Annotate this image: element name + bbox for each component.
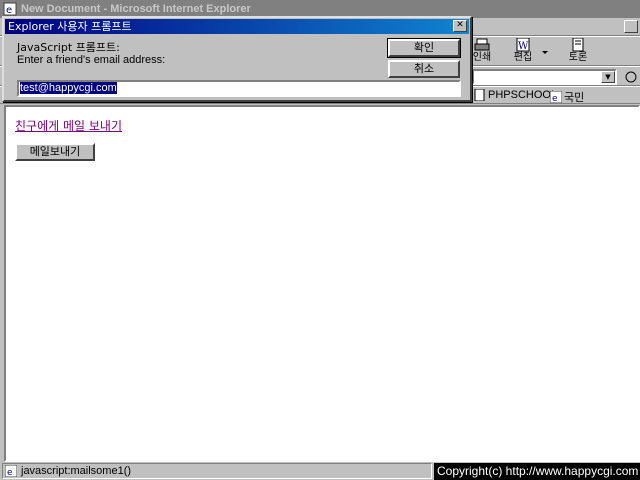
dialog-message-line2: Enter a friend's email address: — [17, 54, 166, 66]
ie-page-icon: e — [550, 91, 562, 103]
ie-page-icon: e — [5, 465, 17, 477]
edit-dropdown[interactable] — [538, 38, 552, 66]
status-text: javascript:mailsome1() — [21, 465, 132, 477]
print-icon — [474, 38, 490, 51]
prompt-dialog: Explorer 사용자 프롬프트 ✕ JavaScript 프롬프트: Ent… — [2, 16, 472, 102]
go-icon[interactable] — [624, 71, 638, 83]
link-kukmin-label: 국민 — [564, 92, 585, 104]
svg-text:W: W — [518, 41, 529, 52]
link-phpschool[interactable]: PHPSCHOOL — [474, 89, 557, 101]
dropdown-arrow-icon — [542, 51, 548, 54]
address-dropdown-icon[interactable]: ▼ — [601, 71, 615, 83]
page-icon — [474, 89, 485, 101]
send-mail-button[interactable]: 메일보내기 — [15, 143, 95, 161]
cancel-button[interactable]: 취소 — [388, 60, 460, 78]
discuss-button[interactable]: 토론 — [558, 38, 598, 66]
browser-close-icon[interactable] — [624, 20, 638, 33]
link-phpschool-label: PHPSCHOOL — [488, 89, 558, 101]
status-panel: e javascript:mailsome1() — [2, 463, 432, 479]
browser-title: New Document - Microsoft Internet Explor… — [21, 3, 251, 15]
dialog-titlebar: Explorer 사용자 프롬프트 ✕ — [5, 19, 469, 34]
dialog-title: Explorer 사용자 프롬프트 — [8, 20, 132, 33]
email-input-value: test@happycgi.com — [20, 82, 117, 94]
svg-text:e: e — [7, 468, 13, 477]
address-input[interactable]: ▼ — [472, 69, 617, 85]
svg-text:e: e — [6, 5, 12, 16]
status-bar: e javascript:mailsome1() Copyright(c) ht… — [0, 462, 640, 480]
edit-label: 편집 — [513, 52, 533, 63]
link-kukmin[interactable]: e 국민 — [550, 89, 584, 105]
close-icon[interactable]: ✕ — [453, 20, 467, 32]
ie-icon: e — [3, 2, 17, 16]
page-content: 친구에게 메일 보내기 메일보내기 — [4, 105, 640, 462]
discuss-label: 토론 — [568, 52, 588, 63]
dialog-message-line1: JavaScript 프롬프트: — [17, 41, 120, 54]
edit-icon: W — [516, 38, 530, 52]
copyright-text: Copyright(c) http://www.happycgi.com — [434, 463, 640, 480]
svg-text:e: e — [552, 94, 558, 103]
ok-button[interactable]: 확인 — [387, 38, 461, 58]
edit-button[interactable]: W 편집 — [503, 38, 543, 66]
email-input[interactable]: test@happycgi.com — [17, 80, 461, 97]
send-mail-link[interactable]: 친구에게 메일 보내기 — [15, 117, 122, 134]
discuss-icon — [572, 38, 584, 52]
